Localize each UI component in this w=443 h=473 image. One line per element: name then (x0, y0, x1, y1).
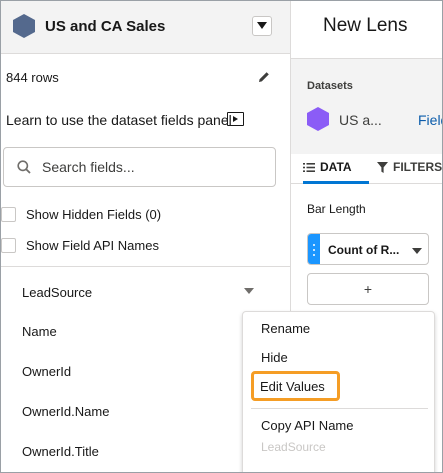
search-icon (17, 160, 31, 174)
show-api-names-checkbox[interactable] (1, 238, 16, 253)
menu-item-edit-values-label: Edit Values (260, 379, 325, 394)
chevron-down-icon (257, 22, 267, 29)
divider (1, 266, 290, 267)
search-input[interactable] (42, 156, 262, 178)
tab-data[interactable]: DATA (303, 160, 369, 184)
field-leadsource[interactable]: LeadSource (22, 285, 92, 300)
dataset-header: US and CA Sales (1, 1, 290, 54)
tab-data-label: DATA (320, 160, 352, 174)
menu-item-copy-api-name[interactable]: Copy API Name (261, 418, 354, 433)
add-measure-button[interactable]: + (307, 273, 429, 305)
field-ownerid-name[interactable]: OwnerId.Name (22, 404, 109, 419)
menu-item-hide[interactable]: Hide (261, 350, 288, 365)
menu-item-edit-values[interactable]: Edit Values (251, 371, 340, 401)
api-name-value: LeadSource (261, 440, 326, 454)
tab-bar: DATA FILTERS (291, 154, 443, 184)
video-play-icon[interactable] (227, 112, 244, 126)
fields-link[interactable]: Fields (418, 112, 442, 128)
field-name[interactable]: Name (22, 324, 57, 339)
field-ownerid[interactable]: OwnerId (22, 364, 71, 379)
field-menu-caret-icon[interactable] (244, 288, 254, 294)
drag-handle-icon[interactable] (308, 234, 320, 264)
bar-length-label: Bar Length (307, 202, 366, 216)
measure-label: Count of R... (328, 243, 400, 257)
field-context-menu: Rename Hide Edit Values Copy API Name Le… (242, 311, 435, 472)
tab-filters[interactable]: FILTERS (377, 160, 443, 184)
dataset-dropdown-button[interactable] (252, 16, 272, 36)
dataset-title: US and CA Sales (45, 18, 166, 35)
chevron-down-icon[interactable] (412, 248, 422, 254)
filter-icon (377, 162, 388, 173)
dataset-name: US a... (339, 112, 382, 128)
show-hidden-fields-checkbox[interactable] (1, 207, 16, 222)
show-hidden-fields-label: Show Hidden Fields (0) (26, 207, 162, 222)
dataset-icon (307, 107, 329, 131)
list-icon (303, 163, 315, 172)
menu-item-rename[interactable]: Rename (261, 321, 310, 336)
measure-pill[interactable]: Count of R... (307, 233, 429, 265)
dataset-icon (13, 14, 35, 38)
show-api-names-label: Show Field API Names (26, 238, 159, 253)
tab-filters-label: FILTERS (393, 160, 443, 174)
app-frame: US and CA Sales 844 rows Learn to use th… (0, 0, 443, 473)
row-count: 844 rows (6, 70, 59, 85)
lens-title: New Lens (323, 15, 408, 36)
pencil-icon[interactable] (258, 71, 270, 83)
field-ownerid-title[interactable]: OwnerId.Title (22, 444, 99, 459)
learn-link[interactable]: Learn to use the dataset fields panel (6, 112, 232, 128)
menu-divider (251, 408, 428, 409)
search-field[interactable] (3, 147, 276, 187)
datasets-label: Datasets (307, 80, 353, 92)
